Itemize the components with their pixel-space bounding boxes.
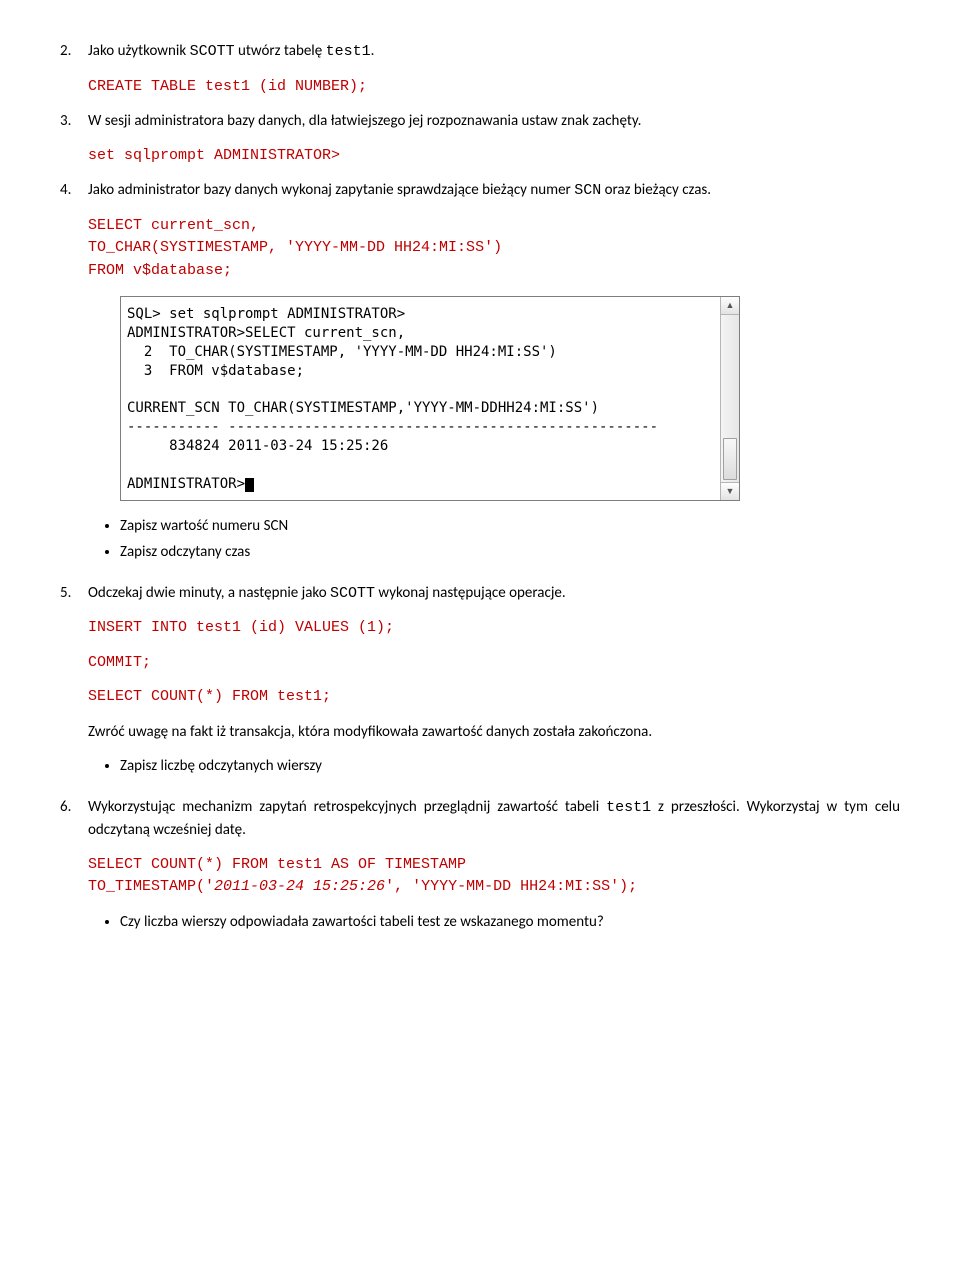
code-inline: test1 — [606, 799, 651, 816]
bullet-list: Zapisz wartość numeru SCN Zapisz odczyta… — [120, 515, 900, 564]
code-line: SELECT COUNT(*) FROM test1 AS OF TIMESTA… — [88, 856, 466, 873]
bullet-item: Czy liczba wierszy odpowiadała zawartośc… — [120, 911, 900, 934]
cursor-icon — [245, 478, 254, 492]
terminal-line: ADMINISTRATOR>SELECT current_scn, — [127, 325, 405, 341]
terminal-line: SQL> set sqlprompt ADMINISTRATOR> — [127, 306, 405, 322]
code-block: SELECT COUNT(*) FROM test1; — [88, 686, 900, 709]
scrollbar[interactable]: ▲ ▼ — [720, 297, 739, 500]
text: wykonaj następujące operacje. — [375, 584, 566, 602]
item-number: 4. — [60, 179, 88, 203]
list-item-3: 3. W sesji administratora bazy danych, d… — [60, 110, 900, 133]
terminal-screenshot: SQL> set sqlprompt ADMINISTRATOR> ADMINI… — [120, 296, 740, 501]
bullet-item: Zapisz liczbę odczytanych wierszy — [120, 755, 900, 778]
bullet-item: Zapisz wartość numeru SCN — [120, 515, 900, 538]
item-body: Wykorzystując mechanizm zapytań retrospe… — [88, 796, 900, 842]
list-item-4: 4. Jako administrator bazy danych wykona… — [60, 179, 900, 203]
item-number: 2. — [60, 40, 88, 64]
item-number: 5. — [60, 582, 88, 606]
text: Jako administrator bazy danych wykonaj z… — [88, 181, 574, 199]
text: utwórz tabelę — [235, 42, 326, 60]
code-inline: test1 — [326, 43, 371, 60]
list-item-2: 2. Jako użytkownik SCOTT utwórz tabelę t… — [60, 40, 900, 64]
terminal-line: ADMINISTRATOR> — [127, 476, 245, 492]
scroll-thumb[interactable] — [723, 438, 737, 480]
code-line: ', 'YYYY-MM-DD HH24:MI:SS'); — [385, 878, 637, 895]
code-italic: 2011-03-24 15:25:26 — [214, 878, 385, 895]
scroll-down-icon[interactable]: ▼ — [721, 482, 739, 500]
list-item-6: 6. Wykorzystując mechanizm zapytań retro… — [60, 796, 900, 842]
terminal-line: CURRENT_SCN TO_CHAR(SYSTIMESTAMP,'YYYY-M… — [127, 400, 599, 416]
text: . — [371, 42, 375, 60]
bullet-item: Zapisz odczytany czas — [120, 541, 900, 564]
code-inline: SCOTT — [330, 585, 375, 602]
item-body: Jako użytkownik SCOTT utwórz tabelę test… — [88, 40, 900, 64]
paragraph: Zwróć uwagę na fakt iż transakcja, która… — [88, 721, 900, 744]
text: Wykorzystując mechanizm zapytań retrospe… — [88, 798, 606, 816]
item-number: 3. — [60, 110, 88, 133]
terminal-line: 834824 2011-03-24 15:25:26 — [127, 438, 388, 454]
code-inline: SCOTT — [190, 43, 235, 60]
text: Jako użytkownik — [88, 42, 190, 60]
terminal-line: 3 FROM v$database; — [127, 363, 304, 379]
terminal-window: SQL> set sqlprompt ADMINISTRATOR> ADMINI… — [120, 296, 740, 501]
item-body: Jako administrator bazy danych wykonaj z… — [88, 179, 900, 203]
code-inline: SCN — [574, 182, 601, 199]
terminal-line: 2 TO_CHAR(SYSTIMESTAMP, 'YYYY-MM-DD HH24… — [127, 344, 557, 360]
code-block: set sqlprompt ADMINISTRATOR> — [88, 145, 900, 168]
code-line: TO_TIMESTAMP(' — [88, 878, 214, 895]
list-item-5: 5. Odczekaj dwie minuty, a następnie jak… — [60, 582, 900, 606]
scroll-up-icon[interactable]: ▲ — [721, 297, 739, 315]
code-block: INSERT INTO test1 (id) VALUES (1); — [88, 617, 900, 640]
bullet-list: Zapisz liczbę odczytanych wierszy — [120, 755, 900, 778]
item-body: W sesji administratora bazy danych, dla … — [88, 110, 900, 133]
code-block: SELECT current_scn, TO_CHAR(SYSTIMESTAMP… — [88, 215, 900, 283]
item-number: 6. — [60, 796, 88, 842]
text: Odczekaj dwie minuty, a następnie jako — [88, 584, 330, 602]
text: oraz bieżący czas. — [601, 181, 711, 199]
item-body: Odczekaj dwie minuty, a następnie jako S… — [88, 582, 900, 606]
terminal-line: ----------- ----------------------------… — [127, 419, 658, 435]
code-block: COMMIT; — [88, 652, 900, 675]
code-block: CREATE TABLE test1 (id NUMBER); — [88, 76, 900, 99]
bullet-list: Czy liczba wierszy odpowiadała zawartośc… — [120, 911, 900, 934]
terminal-output: SQL> set sqlprompt ADMINISTRATOR> ADMINI… — [121, 297, 739, 500]
code-block: SELECT COUNT(*) FROM test1 AS OF TIMESTA… — [88, 854, 900, 899]
